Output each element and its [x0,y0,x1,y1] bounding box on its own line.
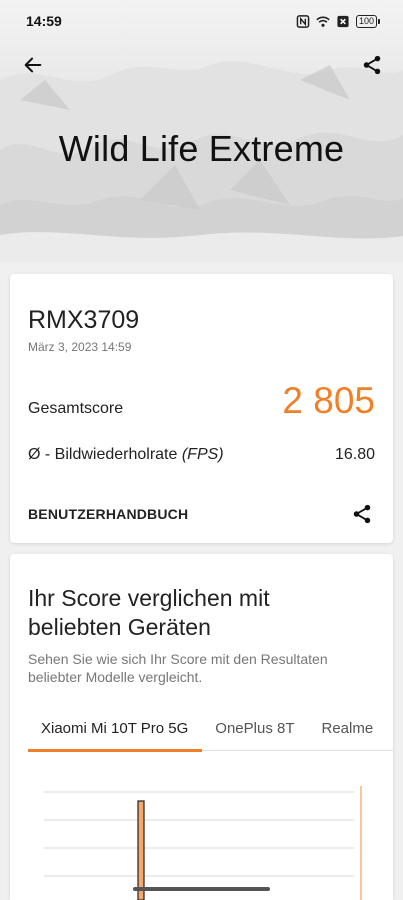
result-date: März 3, 2023 14:59 [28,340,132,354]
battery-icon: 100 [355,14,381,28]
tab-oneplus-8t[interactable]: OnePlus 8T [202,714,308,752]
result-share-button[interactable] [349,501,375,527]
fps-label-unit: (FPS) [181,446,224,463]
compare-chart [44,786,362,900]
home-indicator[interactable] [133,887,270,891]
status-bar: 14:59 100 [0,0,403,42]
fps-row: Ø - Bildwiederholrate (FPS) 16.80 [28,446,375,464]
status-time: 14:59 [26,13,62,29]
chart-bar [137,800,145,900]
fps-value: 16.80 [334,446,375,463]
total-score-value: 2 805 [282,380,375,421]
status-icons: 100 [296,14,381,28]
header-share-button[interactable] [359,52,385,78]
device-tabs: Xiaomi Mi 10T Pro 5G OnePlus 8T Realme [28,714,393,752]
top-nav [0,48,403,82]
nfc-icon [296,14,310,28]
tab-xiaomi-mi-10t-pro[interactable]: Xiaomi Mi 10T Pro 5G [28,714,203,752]
total-score-row: Gesamtscore 2 805 [28,380,375,422]
page-title: Wild Life Extreme [58,128,345,169]
back-button[interactable] [20,52,46,78]
result-card: RMX3709 März 3, 2023 14:59 Gesamtscore 2… [10,274,393,543]
manual-row: BENUTZERHANDBUCH [28,501,375,527]
arrow-left-icon [24,57,42,73]
share-icon [353,504,371,524]
device-name: RMX3709 [28,306,140,334]
compare-title: Ihr Score verglichen mit beliebten Gerät… [28,585,270,640]
share-icon [363,55,381,75]
compare-card: Ihr Score verglichen mit beliebten Gerät… [10,554,393,900]
user-manual-link[interactable]: BENUTZERHANDBUCH [28,506,188,522]
wifi-icon [316,16,330,27]
sim-off-icon [337,15,349,27]
tab-realme[interactable]: Realme [309,714,388,752]
fps-label: Ø - Bildwiederholrate (FPS) [28,446,224,464]
compare-description: Sehen Sie wie sich Ihr Score mit den Res… [28,651,328,685]
fps-label-text: Ø - Bildwiederholrate [28,446,182,463]
total-score-label: Gesamtscore [28,400,124,417]
